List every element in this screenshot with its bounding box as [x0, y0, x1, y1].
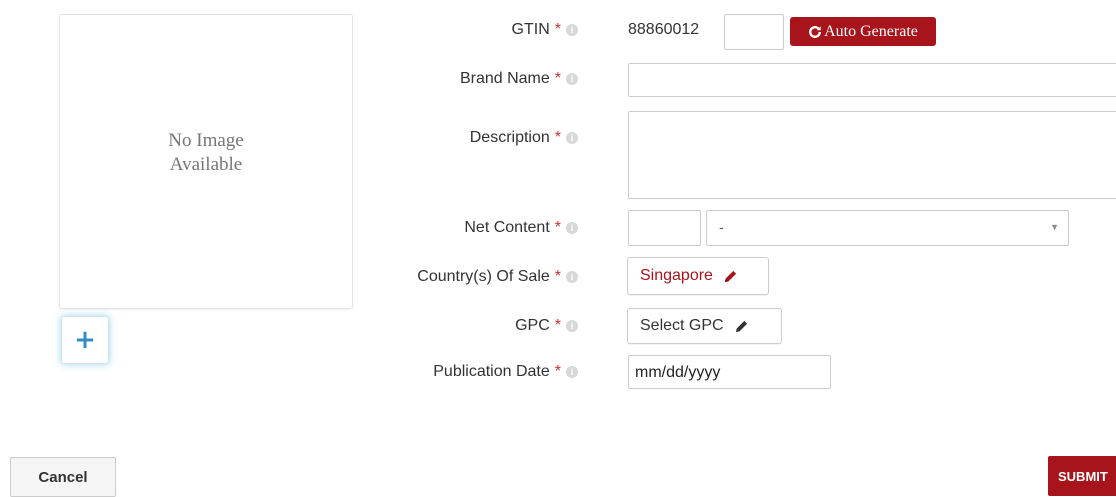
net-content-unit-select[interactable]: - ▼ [706, 210, 1069, 246]
no-image-line1: No Image [168, 130, 244, 151]
gtin-label-group: GTIN * i [512, 21, 578, 39]
info-icon[interactable]: i [566, 222, 578, 234]
description-textarea[interactable] [628, 111, 1116, 199]
brand-name-label-group: Brand Name * i [460, 70, 578, 88]
info-icon[interactable]: i [566, 24, 578, 36]
select-gpc-button[interactable]: Select GPC [627, 308, 782, 344]
required-mark: * [554, 268, 561, 285]
submit-button[interactable]: SUBMIT [1048, 456, 1116, 496]
brand-name-label: Brand Name [459, 70, 550, 87]
publication-date-input[interactable]: mm/dd/yyyy [628, 355, 831, 389]
gtin-prefix: 88860012 [628, 21, 700, 38]
gpc-value: Select GPC [640, 317, 724, 334]
unit-selected-value: - [719, 219, 724, 235]
info-icon[interactable]: i [566, 271, 578, 283]
countries-label-group: Country(s) Of Sale * i [417, 268, 578, 286]
publication-date-value: mm/dd/yyyy [635, 364, 721, 381]
gtin-label: GTIN [511, 21, 550, 38]
required-mark: * [554, 363, 561, 380]
publication-date-label-group: Publication Date * i [433, 363, 578, 381]
no-image-placeholder: No Image Available [60, 129, 352, 177]
description-label-group: Description * i [470, 129, 578, 147]
countries-of-sale-button[interactable]: Singapore [627, 257, 769, 295]
auto-generate-button[interactable]: Auto Generate [790, 17, 936, 46]
info-icon[interactable]: i [566, 73, 578, 85]
brand-name-input[interactable] [628, 63, 1116, 97]
info-icon[interactable]: i [566, 132, 578, 144]
no-image-line2: Available [169, 154, 243, 175]
net-content-label-group: Net Content * i [464, 219, 578, 237]
required-mark: * [554, 70, 561, 87]
required-mark: * [554, 129, 561, 146]
chevron-down-icon: ▼ [1050, 222, 1059, 232]
countries-of-sale-value: Singapore [640, 267, 713, 284]
gtin-suffix-input[interactable] [724, 14, 784, 50]
refresh-icon [809, 25, 822, 38]
countries-of-sale-label: Country(s) Of Sale [417, 268, 550, 285]
product-image-panel: No Image Available [59, 14, 353, 309]
gpc-label-group: GPC * i [515, 317, 578, 335]
publication-date-label: Publication Date [433, 363, 550, 380]
plus-icon: + [74, 325, 96, 355]
net-content-label: Net Content [464, 219, 550, 236]
auto-generate-label: Auto Generate [824, 22, 918, 40]
gpc-label: GPC [515, 317, 550, 334]
net-content-amount-input[interactable] [628, 210, 701, 246]
required-mark: * [554, 21, 561, 38]
description-label: Description [469, 129, 550, 146]
info-icon[interactable]: i [566, 366, 578, 378]
required-mark: * [554, 219, 561, 236]
required-mark: * [554, 317, 561, 334]
cancel-button[interactable]: Cancel [10, 457, 116, 497]
info-icon[interactable]: i [566, 320, 578, 332]
pencil-icon [724, 270, 737, 282]
add-image-button[interactable]: + [61, 316, 109, 364]
pencil-icon [735, 320, 747, 332]
